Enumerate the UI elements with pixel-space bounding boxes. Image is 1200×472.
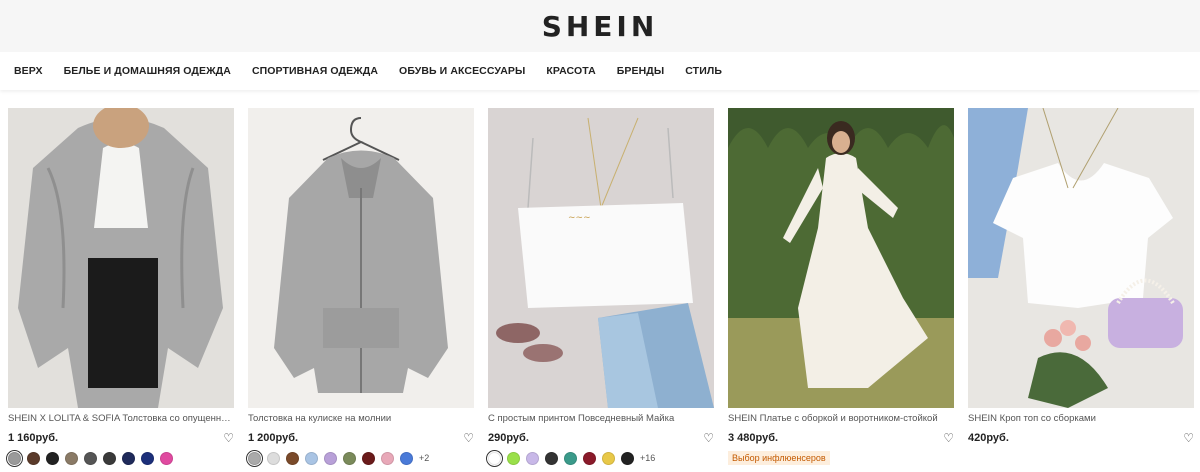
product-title[interactable]: Толстовка на кулиске на молнии xyxy=(248,413,474,425)
product-price: 3 480руб. xyxy=(728,432,779,444)
product-image[interactable]: ~~~ xyxy=(488,108,714,408)
product-price: 290руб. xyxy=(488,432,529,444)
product-title[interactable]: SHEIN Кроп топ со сборками xyxy=(968,413,1194,425)
shein-logo[interactable]: SHEIN xyxy=(542,10,659,43)
color-swatch[interactable] xyxy=(324,451,337,465)
color-swatch[interactable] xyxy=(46,451,59,465)
product-card[interactable]: ~~~ С простым принтом Повседневный Майка… xyxy=(488,108,714,466)
color-swatches: +16 xyxy=(488,450,714,466)
product-title[interactable]: SHEIN X LOLITA & SOFIA Толстовка со опущ… xyxy=(8,413,234,425)
color-swatches xyxy=(8,450,234,466)
color-swatch[interactable] xyxy=(141,451,154,465)
color-swatch[interactable] xyxy=(507,451,520,465)
color-swatch[interactable] xyxy=(305,451,318,465)
color-swatches: +2 xyxy=(248,450,474,466)
color-swatch[interactable] xyxy=(267,451,280,465)
product-price: 1 200руб. xyxy=(248,432,299,444)
nav-item-sportswear[interactable]: СПОРТИВНАЯ ОДЕЖДА xyxy=(252,65,378,77)
color-swatch[interactable] xyxy=(286,451,299,465)
category-nav: ВЕРХ БЕЛЬЕ И ДОМАШНЯЯ ОДЕЖДА СПОРТИВНАЯ … xyxy=(0,52,1200,90)
color-swatch[interactable] xyxy=(84,451,97,465)
color-swatch[interactable] xyxy=(621,451,634,465)
color-swatch[interactable] xyxy=(381,451,394,465)
color-swatch[interactable] xyxy=(27,451,40,465)
color-swatch[interactable] xyxy=(545,451,558,465)
product-card[interactable]: SHEIN Платье с оборкой и воротником-стой… xyxy=(728,108,954,466)
more-colors-count[interactable]: +16 xyxy=(640,453,655,463)
badge-row: Выбор инфлюенсеров xyxy=(728,450,954,466)
product-card[interactable]: SHEIN Кроп топ со сборками 420руб. ♡ xyxy=(968,108,1194,466)
product-price: 1 160руб. xyxy=(8,432,59,444)
color-swatch[interactable] xyxy=(400,451,413,465)
product-card[interactable]: SHEIN X LOLITA & SOFIA Толстовка со опущ… xyxy=(8,108,234,466)
product-grid: SHEIN X LOLITA & SOFIA Толстовка со опущ… xyxy=(0,108,1200,466)
product-image[interactable] xyxy=(728,108,954,408)
color-swatch[interactable] xyxy=(526,451,539,465)
wishlist-heart-icon[interactable]: ♡ xyxy=(1183,431,1194,445)
color-swatch[interactable] xyxy=(160,451,173,465)
product-price: 420руб. xyxy=(968,432,1009,444)
nav-item-beauty[interactable]: КРАСОТА xyxy=(546,65,595,77)
site-header: SHEIN xyxy=(0,0,1200,52)
product-title[interactable]: SHEIN Платье с оборкой и воротником-стой… xyxy=(728,413,954,425)
nav-item-shoes-accessories[interactable]: ОБУВЬ И АКСЕССУАРЫ xyxy=(399,65,525,77)
color-swatch[interactable] xyxy=(65,451,78,465)
color-swatch[interactable] xyxy=(248,451,261,465)
product-image[interactable] xyxy=(248,108,474,408)
color-swatch[interactable] xyxy=(583,451,596,465)
color-swatch[interactable] xyxy=(103,451,116,465)
product-title[interactable]: С простым принтом Повседневный Майка xyxy=(488,413,714,425)
influencer-choice-badge: Выбор инфлюенсеров xyxy=(728,451,830,465)
nav-item-style[interactable]: СТИЛЬ xyxy=(685,65,722,77)
wishlist-heart-icon[interactable]: ♡ xyxy=(943,431,954,445)
color-swatch[interactable] xyxy=(488,451,501,465)
nav-item-brands[interactable]: БРЕНДЫ xyxy=(617,65,665,77)
product-card[interactable]: Толстовка на кулиске на молнии 1 200руб.… xyxy=(248,108,474,466)
wishlist-heart-icon[interactable]: ♡ xyxy=(703,431,714,445)
more-colors-count[interactable]: +2 xyxy=(419,453,429,463)
color-swatch[interactable] xyxy=(122,451,135,465)
wishlist-heart-icon[interactable]: ♡ xyxy=(223,431,234,445)
color-swatch[interactable] xyxy=(343,451,356,465)
nav-item-top[interactable]: ВЕРХ xyxy=(14,65,43,77)
wishlist-heart-icon[interactable]: ♡ xyxy=(463,431,474,445)
product-image[interactable] xyxy=(8,108,234,408)
product-image[interactable] xyxy=(968,108,1194,408)
svg-text:~~~: ~~~ xyxy=(568,213,591,223)
nav-item-lingerie[interactable]: БЕЛЬЕ И ДОМАШНЯЯ ОДЕЖДА xyxy=(64,65,231,77)
color-swatch[interactable] xyxy=(362,451,375,465)
color-swatch[interactable] xyxy=(8,451,21,465)
color-swatch[interactable] xyxy=(564,451,577,465)
color-swatch[interactable] xyxy=(602,451,615,465)
